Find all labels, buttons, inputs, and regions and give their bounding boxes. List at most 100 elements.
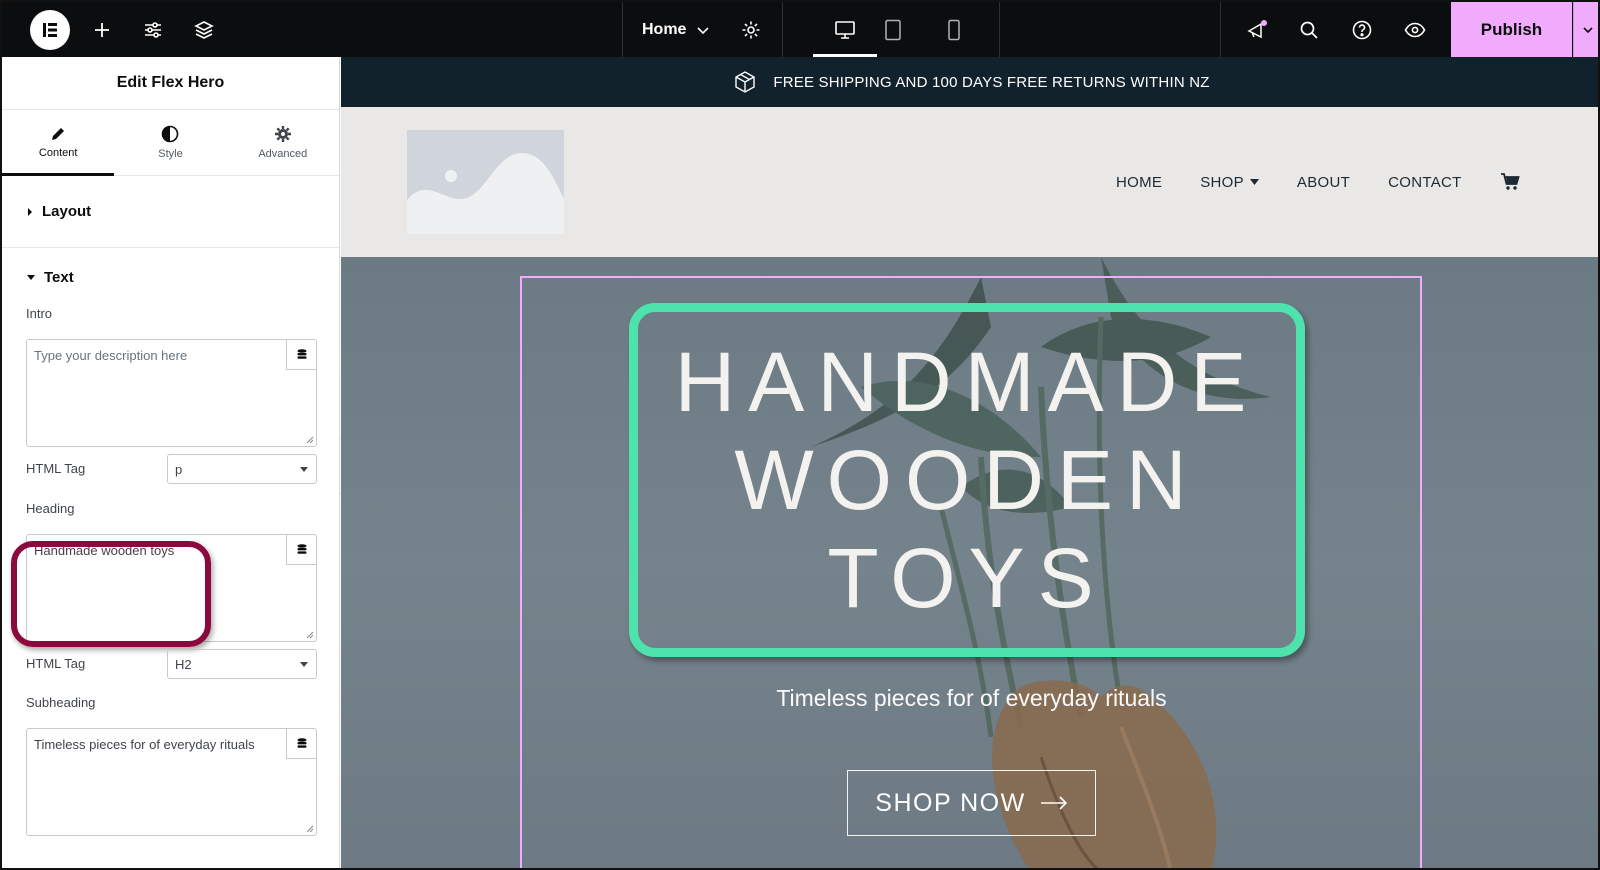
eye-icon xyxy=(1404,22,1426,37)
notifications-button[interactable] xyxy=(1242,2,1272,57)
dynamic-tags-button[interactable] xyxy=(286,729,316,759)
add-element-button[interactable] xyxy=(88,2,116,57)
nav-about[interactable]: ABOUT xyxy=(1297,174,1350,191)
half-circle-icon xyxy=(162,125,179,143)
tab-style-label: Style xyxy=(158,148,183,160)
intro-html-tag-value: p xyxy=(175,461,183,477)
subheading-value: Timeless pieces for of everyday rituals xyxy=(34,737,255,752)
nav-shop-label: SHOP xyxy=(1200,173,1244,191)
preview-button[interactable] xyxy=(1400,2,1430,57)
panel-tabs: Content Style Advanced xyxy=(2,110,339,176)
elementor-logo-icon xyxy=(30,9,70,50)
section-layout[interactable]: Layout xyxy=(2,176,339,248)
image-placeholder-icon xyxy=(407,130,564,234)
site-settings-button[interactable] xyxy=(139,2,167,57)
panel-title: Edit Flex Hero xyxy=(2,57,339,110)
mobile-icon xyxy=(948,19,960,40)
editor-window: Home Publish Edit Flex Hero Content Styl… xyxy=(0,0,1600,870)
chevron-down-icon xyxy=(697,26,710,34)
caret-down-icon xyxy=(300,662,308,667)
shop-now-label: SHOP NOW xyxy=(875,788,1026,817)
dynamic-tags-button[interactable] xyxy=(286,340,316,370)
site-logo-placeholder[interactable] xyxy=(407,130,564,234)
tab-content-label: Content xyxy=(38,147,78,159)
mobile-view-button[interactable] xyxy=(937,2,971,57)
hero-section[interactable]: Handmade wooden toys Timeless pieces for… xyxy=(341,257,1598,868)
announcement-bar: FREE SHIPPING AND 100 DAYS FREE RETURNS … xyxy=(341,57,1598,107)
search-icon xyxy=(1300,21,1318,39)
divider xyxy=(999,2,1000,57)
database-icon xyxy=(297,348,306,359)
database-icon xyxy=(297,543,306,554)
database-icon xyxy=(297,737,306,748)
search-button[interactable] xyxy=(1294,2,1324,57)
gear-icon xyxy=(742,21,760,38)
arrow-right-icon xyxy=(1040,796,1067,810)
help-icon xyxy=(1352,20,1372,39)
intro-label: Intro xyxy=(26,306,53,321)
publish-options-button[interactable] xyxy=(1573,2,1598,57)
intro-textarea[interactable]: Type your description here xyxy=(26,339,317,447)
cart-icon[interactable] xyxy=(1500,173,1520,191)
resize-handle-icon[interactable] xyxy=(306,436,314,444)
nav-contact[interactable]: CONTACT xyxy=(1388,174,1461,191)
intro-html-tag-select[interactable]: p xyxy=(167,454,317,484)
tablet-icon xyxy=(885,19,901,40)
hero-heading-highlight: Handmade wooden toys xyxy=(629,303,1305,657)
pencil-icon xyxy=(52,128,65,140)
desktop-view-button[interactable] xyxy=(813,2,877,57)
structure-button[interactable] xyxy=(190,2,218,57)
gear-icon xyxy=(274,126,291,142)
help-button[interactable] xyxy=(1347,2,1377,57)
caret-right-icon xyxy=(28,207,32,216)
dynamic-tags-button[interactable] xyxy=(286,535,316,565)
hero-subheading[interactable]: Timeless pieces for of everyday rituals xyxy=(341,685,1598,712)
desktop-icon xyxy=(835,20,855,39)
heading-html-tag-value: H2 xyxy=(175,656,192,672)
page-name: Home xyxy=(642,20,687,38)
add-icon xyxy=(95,22,109,37)
subheading-label: Subheading xyxy=(26,695,96,710)
heading-label: Heading xyxy=(26,501,75,516)
caret-down-icon xyxy=(27,275,35,280)
elementor-logo-button[interactable] xyxy=(29,2,71,57)
divider xyxy=(782,2,783,57)
page-selector[interactable]: Home xyxy=(642,2,710,57)
preview-canvas: FREE SHIPPING AND 100 DAYS FREE RETURNS … xyxy=(341,57,1598,868)
intro-html-tag-label: HTML Tag xyxy=(26,461,86,476)
heading-highlight-annotation xyxy=(11,541,211,647)
caret-down-icon xyxy=(1249,179,1259,185)
resize-handle-icon[interactable] xyxy=(306,631,314,639)
nav-shop[interactable]: SHOP xyxy=(1200,174,1259,191)
shop-now-button[interactable]: SHOP NOW xyxy=(847,770,1096,836)
chevron-down-icon xyxy=(1583,26,1593,33)
page-settings-button[interactable] xyxy=(737,2,765,57)
heading-html-tag-label: HTML Tag xyxy=(26,656,86,671)
announcement-text: FREE SHIPPING AND 100 DAYS FREE RETURNS … xyxy=(773,73,1210,91)
tablet-view-button[interactable] xyxy=(876,2,910,57)
divider xyxy=(622,2,623,57)
tab-advanced[interactable]: Advanced xyxy=(227,110,339,175)
publish-button[interactable]: Publish xyxy=(1451,2,1572,57)
section-text-label: Text xyxy=(44,268,74,286)
settings-sliders-icon xyxy=(145,21,161,38)
tab-advanced-label: Advanced xyxy=(258,148,308,160)
layers-icon xyxy=(194,20,214,39)
section-text[interactable]: Text xyxy=(2,248,339,306)
tab-style[interactable]: Style xyxy=(114,110,226,175)
tab-content[interactable]: Content xyxy=(2,110,115,176)
package-icon xyxy=(735,71,756,93)
heading-html-tag-select[interactable]: H2 xyxy=(167,649,317,679)
site-navigation: HOME SHOP ABOUT CONTACT xyxy=(1116,107,1520,257)
caret-down-icon xyxy=(300,467,308,472)
nav-home[interactable]: HOME xyxy=(1116,174,1162,191)
megaphone-icon xyxy=(1247,19,1267,38)
subheading-textarea[interactable]: Timeless pieces for of everyday rituals xyxy=(26,728,317,836)
divider xyxy=(1220,2,1221,57)
resize-handle-icon[interactable] xyxy=(306,825,314,833)
hero-heading[interactable]: Handmade wooden toys xyxy=(638,312,1296,648)
section-layout-label: Layout xyxy=(42,203,92,220)
editor-panel: Edit Flex Hero Content Style Advanced La… xyxy=(2,57,340,868)
editor-top-bar: Home Publish xyxy=(2,2,1598,57)
intro-placeholder: Type your description here xyxy=(34,348,188,363)
